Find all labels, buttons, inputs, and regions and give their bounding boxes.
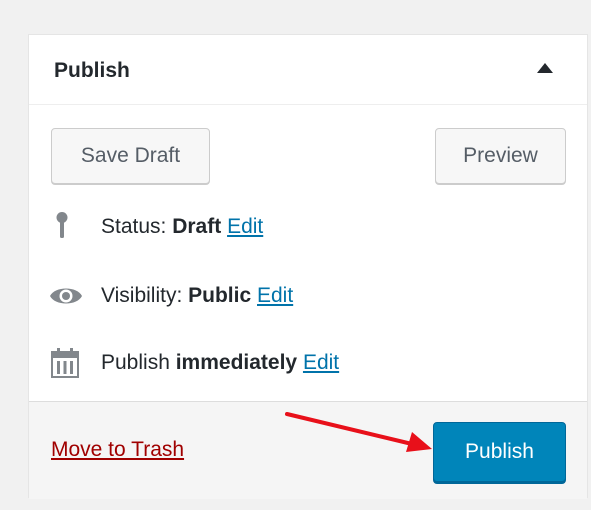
publish-button[interactable]: Publish xyxy=(433,422,566,482)
panel-title: Publish xyxy=(54,59,130,82)
save-draft-button[interactable]: Save Draft xyxy=(51,128,210,184)
status-value: Draft xyxy=(172,215,222,238)
edit-visibility-link[interactable]: Edit xyxy=(257,284,293,307)
edit-status-link[interactable]: Edit xyxy=(227,215,263,238)
publish-panel: Publish Save Draft Preview Status: Draft… xyxy=(28,34,588,499)
visibility-text: Visibility: Public Edit xyxy=(101,280,293,312)
schedule-value: immediately xyxy=(175,351,298,374)
eye-icon xyxy=(49,280,83,312)
schedule-text: Publish immediately Edit xyxy=(101,347,339,379)
schedule-label: Publish xyxy=(101,351,176,374)
calendar-icon xyxy=(49,347,83,379)
move-to-trash-link[interactable]: Move to Trash xyxy=(51,434,184,466)
pin-icon xyxy=(49,211,83,243)
status-label: Status: xyxy=(101,215,173,238)
visibility-value: Public xyxy=(188,284,252,307)
collapse-arrow-icon[interactable] xyxy=(537,63,553,73)
preview-button[interactable]: Preview xyxy=(435,128,566,184)
visibility-label: Visibility: xyxy=(101,284,189,307)
edit-schedule-link[interactable]: Edit xyxy=(303,351,339,374)
status-text: Status: Draft Edit xyxy=(101,211,263,243)
panel-header[interactable]: Publish xyxy=(29,35,587,105)
panel-footer: Move to Trash Publish xyxy=(29,401,587,499)
